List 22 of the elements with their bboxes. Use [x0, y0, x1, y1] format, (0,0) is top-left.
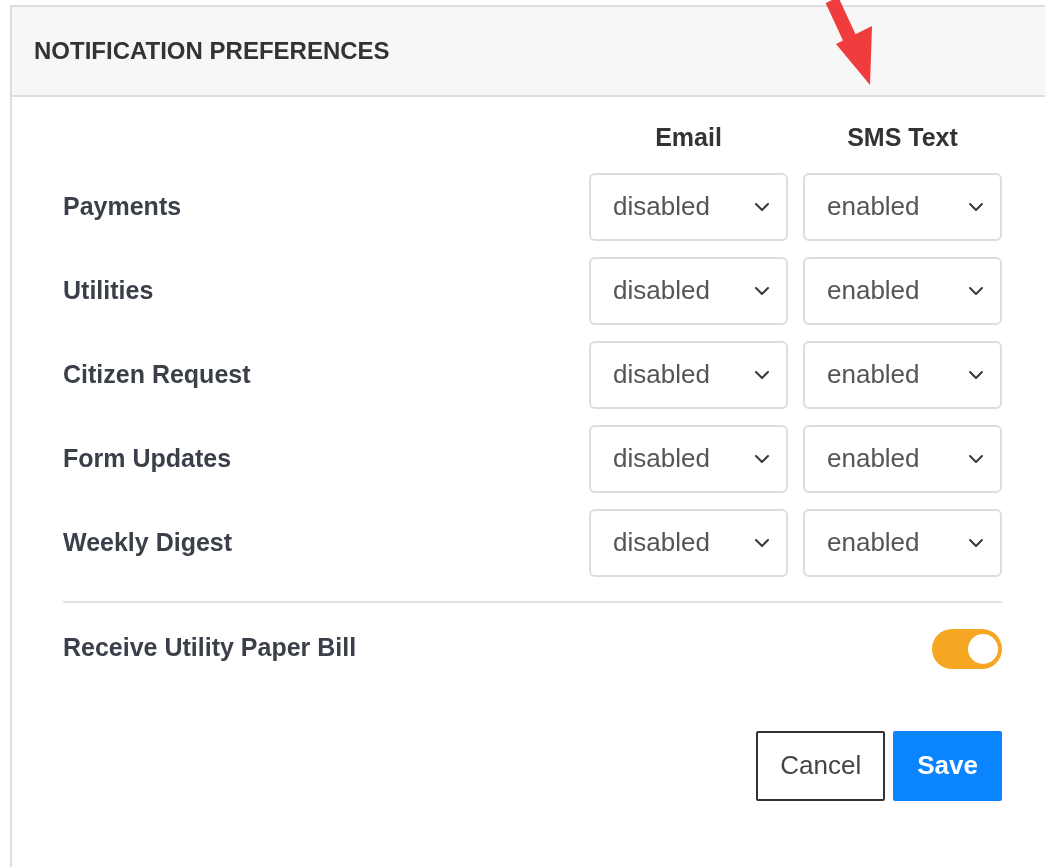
dropdown-select[interactable]: disabled	[589, 256, 788, 325]
row-label: Utilities	[63, 274, 155, 306]
dropdown-select[interactable]: disabled	[589, 508, 788, 577]
toggle-label: Receive Utility Paper Bill	[63, 631, 357, 663]
dropdown-select[interactable]: disabled	[589, 424, 788, 493]
dropdown-select[interactable]: enabled	[803, 172, 1002, 241]
cancel-button[interactable]: Cancel	[756, 730, 886, 801]
row-label: Citizen Request	[63, 358, 252, 390]
card-title: NOTIFICATION PREFERENCES	[34, 36, 390, 66]
dropdown-select[interactable]: enabled	[803, 340, 1002, 409]
column-header: SMS Text	[846, 122, 959, 153]
dropdown-select[interactable]: enabled	[803, 256, 1002, 325]
save-button[interactable]: Save	[893, 730, 1002, 801]
dropdown-select[interactable]: enabled	[803, 424, 1002, 493]
toggle-switch[interactable]	[932, 628, 1002, 669]
row-label: Payments	[63, 190, 183, 222]
dropdown-select[interactable]: disabled	[589, 172, 788, 241]
column-header: Email	[654, 122, 723, 153]
dropdown-select[interactable]: disabled	[589, 340, 788, 409]
row-label: Form Updates	[63, 442, 233, 474]
dropdown-select[interactable]: enabled	[803, 508, 1002, 577]
row-label: Weekly Digest	[63, 526, 234, 558]
